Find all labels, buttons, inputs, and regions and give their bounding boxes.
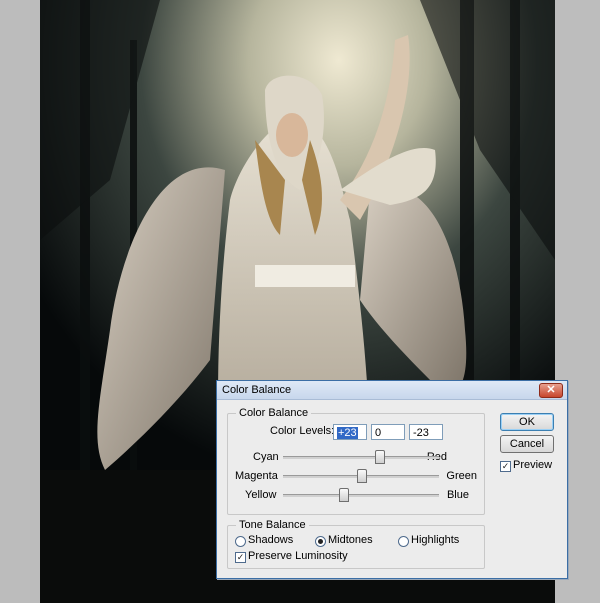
preserve-luminosity-label[interactable]: Preserve Luminosity	[248, 550, 348, 562]
slider-label-blue: Blue	[446, 489, 469, 501]
radio-label-shadows[interactable]: Shadows	[248, 534, 293, 546]
color-balance-dialog: Color Balance ✕ Color Balance Color Leve…	[216, 380, 568, 579]
level-field-yellow-blue[interactable]: -23	[409, 424, 443, 440]
slider-label-magenta: Magenta	[235, 470, 278, 482]
slider-label-cyan: Cyan	[253, 451, 279, 463]
preview-label[interactable]: Preview	[513, 459, 552, 471]
level-field-cyan-red[interactable]: +23	[333, 424, 367, 440]
preview-checkbox[interactable]: ✓	[500, 461, 511, 472]
color-balance-group-label: Color Balance	[236, 407, 312, 419]
magenta-green-slider[interactable]	[283, 469, 439, 483]
dialog-title: Color Balance	[222, 384, 292, 396]
tone-balance-group: Tone Balance	[227, 519, 485, 569]
radio-highlights[interactable]	[398, 536, 409, 547]
radio-label-highlights[interactable]: Highlights	[411, 534, 459, 546]
tone-balance-group-label: Tone Balance	[236, 519, 309, 531]
close-icon[interactable]: ✕	[539, 383, 563, 398]
cancel-button[interactable]: Cancel	[500, 435, 554, 453]
preserve-luminosity-checkbox[interactable]: ✓	[235, 552, 246, 563]
dialog-titlebar[interactable]: Color Balance ✕	[217, 381, 567, 400]
cyan-red-slider[interactable]	[283, 450, 439, 464]
slider-label-green: Green	[446, 470, 477, 482]
ok-button[interactable]: OK	[500, 413, 554, 431]
yellow-blue-slider-thumb[interactable]	[339, 488, 350, 502]
radio-midtones[interactable]	[315, 536, 326, 547]
magenta-green-slider-thumb[interactable]	[357, 469, 367, 483]
cyan-red-slider-thumb[interactable]	[374, 450, 385, 464]
yellow-blue-slider[interactable]	[283, 488, 439, 502]
color-levels-label: Color Levels:	[270, 425, 335, 437]
radio-label-midtones[interactable]: Midtones	[328, 534, 373, 546]
level-field-magenta-green[interactable]: 0	[371, 424, 405, 440]
slider-label-yellow: Yellow	[245, 489, 277, 501]
radio-shadows[interactable]	[235, 536, 246, 547]
